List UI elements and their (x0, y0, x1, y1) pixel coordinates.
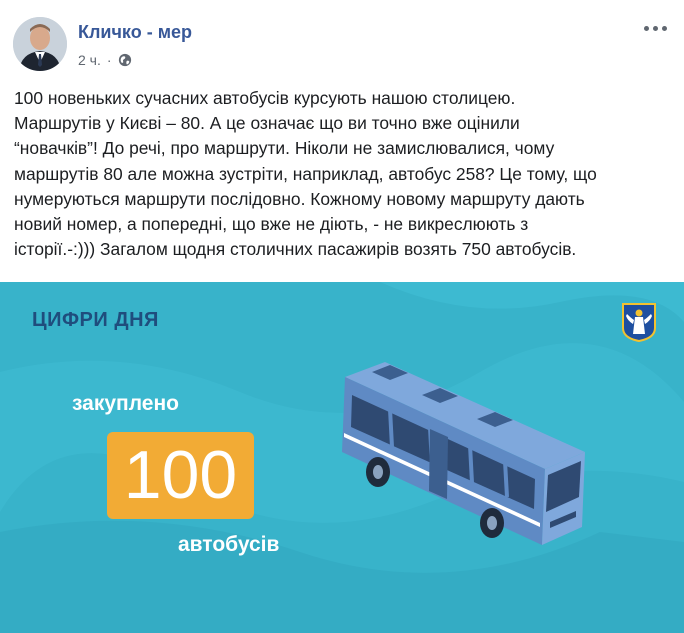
infographic-title: ЦИФРИ ДНЯ (32, 309, 159, 331)
globe-icon[interactable] (118, 53, 132, 67)
post-image-infographic[interactable]: ЦИФРИ ДНЯ закуплено 100 автобусів (0, 282, 684, 633)
avatar-photo (13, 17, 67, 71)
post-header: Кличко - мер 2 ч. · (0, 0, 684, 85)
facebook-post: Кличко - мер 2 ч. · 100 новеньких сучасн… (0, 0, 684, 633)
meta-separator: · (106, 52, 112, 68)
post-text: 100 новеньких сучасних автобусів курсуют… (14, 88, 597, 260)
bus-count-number: 100 (107, 432, 254, 519)
author-name[interactable]: Кличко - мер (78, 22, 192, 43)
author-avatar[interactable] (13, 17, 67, 71)
purchased-label: закуплено (72, 392, 179, 415)
kyiv-coat-of-arms-icon (622, 303, 656, 342)
post-timestamp[interactable]: 2 ч. (78, 52, 101, 68)
buses-label: автобусів (178, 533, 280, 556)
post-meta: 2 ч. · (78, 52, 132, 68)
bus-illustration (342, 362, 585, 545)
more-options-icon[interactable] (642, 18, 670, 38)
